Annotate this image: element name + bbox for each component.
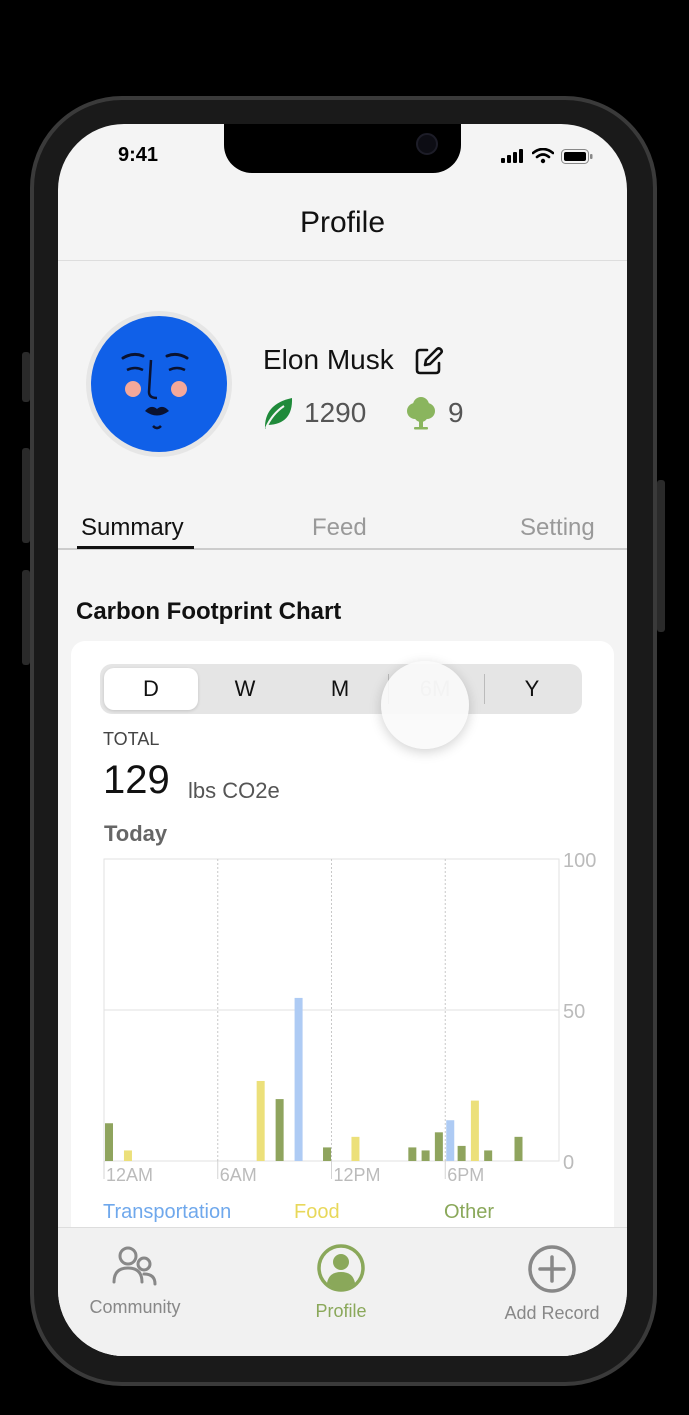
chart-bar-other — [105, 1123, 113, 1161]
tabbar-community[interactable]: Community — [65, 1244, 205, 1318]
section-title: Carbon Footprint Chart — [76, 598, 342, 625]
chart-bar-other — [434, 1132, 443, 1161]
header-divider — [58, 260, 627, 261]
range-option-m[interactable]: M — [295, 664, 385, 714]
tree-icon — [407, 397, 435, 430]
tab-summary[interactable]: Summary — [81, 514, 184, 542]
chart-bar-other — [421, 1150, 430, 1161]
chart-bar-food — [256, 1080, 265, 1161]
tabbar-profile[interactable]: Profile — [271, 1244, 411, 1322]
tree-points: 9 — [404, 396, 464, 430]
volume-up-button — [22, 448, 30, 543]
person-circle-icon — [317, 1244, 365, 1292]
carbon-bar-chart: 100 50 0 12AM 6AM 12PM 6PM — [103, 851, 596, 1185]
chart-bar-other — [457, 1145, 466, 1161]
chart-bar-other — [514, 1136, 523, 1161]
edit-icon[interactable] — [414, 346, 444, 376]
profile-tabs: Summary Feed Setting — [58, 514, 627, 550]
leaf-points: 1290 — [262, 396, 366, 430]
chart-bar-transportation — [294, 997, 303, 1161]
chart-bar-other — [323, 1147, 332, 1161]
legend-food: Food — [294, 1201, 340, 1223]
chart-x-tick-label: 12AM — [106, 1165, 153, 1185]
tabbar-add-record-label: Add Record — [504, 1303, 600, 1323]
range-option-w[interactable]: W — [200, 664, 290, 714]
mute-switch — [22, 352, 30, 402]
power-button — [657, 480, 665, 632]
bottom-tab-bar: Community Profile Add Record — [58, 1227, 627, 1356]
legend-other: Other — [444, 1201, 495, 1223]
app-screen: 9:41 Profile Elon Musk 1290 9 Summary Fe… — [58, 124, 627, 1356]
wifi-icon — [532, 148, 554, 164]
chart-bar-food — [123, 1150, 132, 1161]
avatar[interactable] — [86, 311, 232, 457]
period-label: Today — [104, 821, 168, 846]
status-time: 9:41 — [118, 144, 159, 166]
profile-name: Elon Musk — [263, 344, 394, 375]
page-title: Profile — [299, 206, 386, 239]
chart-bar-other — [484, 1150, 493, 1161]
legend-transportation: Transportation — [103, 1201, 232, 1223]
tab-setting[interactable]: Setting — [520, 514, 595, 542]
volume-down-button — [22, 570, 30, 665]
tabbar-add-record[interactable]: Add Record — [482, 1244, 622, 1324]
range-option-y[interactable]: Y — [487, 664, 577, 714]
total-value: 129 — [103, 758, 170, 802]
chart-bar-food — [351, 1136, 360, 1161]
battery-icon — [561, 148, 593, 164]
status-icons — [501, 148, 593, 164]
total-unit: lbs CO2e — [188, 778, 280, 803]
chart-x-tick-label: 12PM — [334, 1165, 381, 1185]
touch-indicator — [381, 661, 469, 749]
chart-bar-food — [470, 1100, 479, 1161]
range-option-d[interactable]: D — [106, 664, 196, 714]
avatar-face — [91, 316, 227, 452]
people-icon — [112, 1246, 157, 1286]
chart-x-tick-label: 6AM — [220, 1165, 257, 1185]
chart-y-tick-label: 50 — [563, 1001, 585, 1023]
chart-y-tick-label: 100 — [563, 851, 596, 872]
tabbar-community-label: Community — [89, 1297, 181, 1317]
chart-bar-other — [408, 1147, 417, 1161]
face-illustration-icon — [121, 352, 189, 430]
signal-icon — [501, 149, 523, 163]
range-divider — [484, 674, 485, 704]
chart-bar-other — [275, 1099, 284, 1161]
chart-x-tick-label: 6PM — [447, 1165, 484, 1185]
chart-bar-transportation — [446, 1120, 455, 1161]
chart-y-tick-label: 0 — [563, 1152, 574, 1174]
tab-feed[interactable]: Feed — [312, 514, 367, 542]
leaf-count: 1290 — [304, 397, 367, 428]
plus-circle-icon — [528, 1245, 576, 1293]
leaf-icon — [264, 398, 293, 429]
tree-count: 9 — [448, 397, 464, 428]
active-tab-indicator — [77, 546, 194, 549]
total-label: TOTAL — [103, 729, 160, 749]
range-selector: D W M 6M Y — [100, 664, 582, 714]
tabbar-profile-label: Profile — [315, 1301, 367, 1321]
notch — [224, 124, 461, 173]
front-camera — [416, 133, 438, 155]
